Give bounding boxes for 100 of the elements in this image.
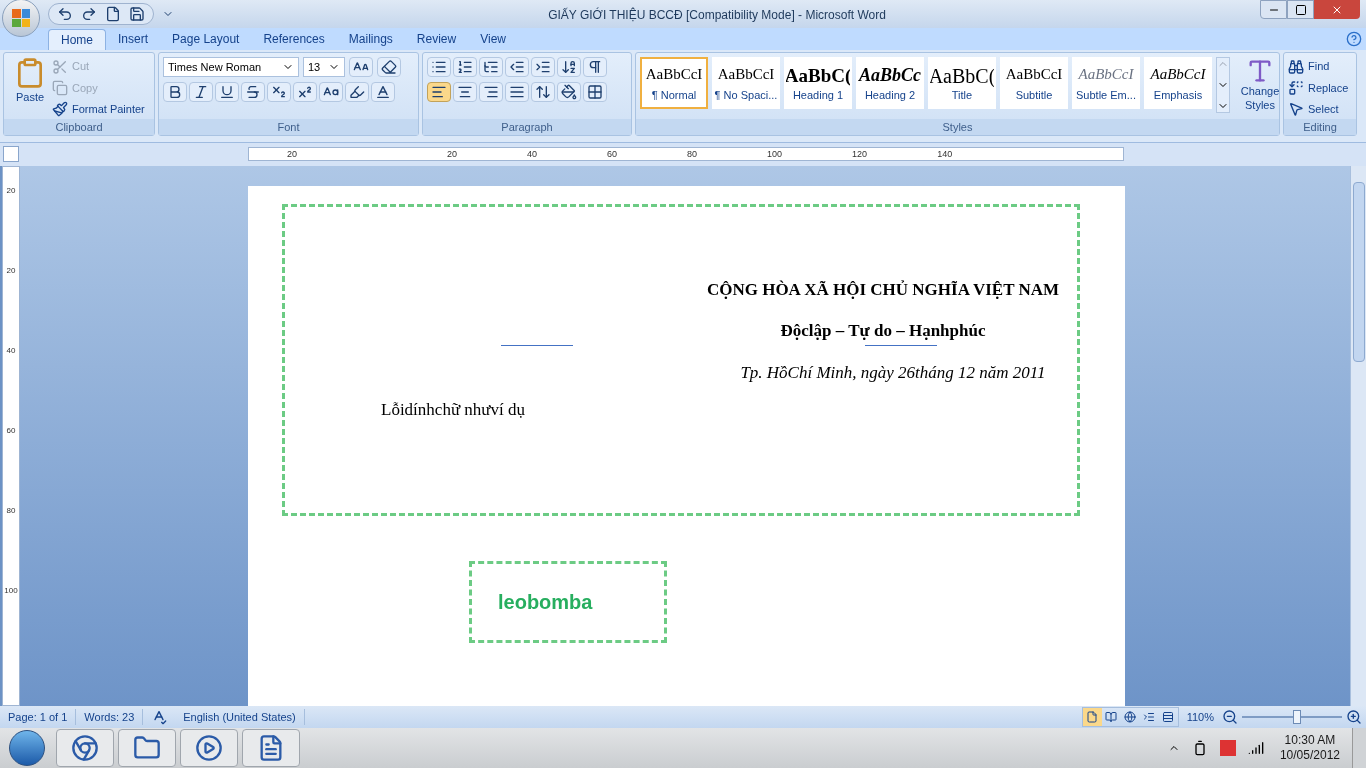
taskbar-app[interactable]: [242, 729, 300, 767]
bullets-button[interactable]: [427, 56, 451, 77]
style-gallery-item[interactable]: AaBbCcI Subtitle: [1000, 56, 1068, 109]
pilcrow-icon: [587, 58, 603, 75]
help-icon[interactable]: [1346, 30, 1362, 47]
paintbrush-icon: [52, 101, 68, 118]
paint-bucket-icon: [561, 83, 577, 100]
ruler-number: 80: [687, 147, 698, 161]
replace-button[interactable]: Replace: [1288, 78, 1349, 98]
ribbon-tab[interactable]: View: [468, 28, 518, 50]
page-icon: [1086, 711, 1099, 723]
ruler-number: 20: [6, 184, 16, 197]
globe-icon: [1124, 711, 1137, 723]
font-size-button[interactable]: [349, 56, 373, 77]
ruler-number: 60: [607, 147, 618, 161]
save-icon[interactable]: [129, 6, 145, 22]
vertical-scrollbar[interactable]: [1350, 165, 1366, 707]
zoom-thumb[interactable]: [1293, 710, 1301, 724]
subscript-button[interactable]: [267, 81, 291, 102]
select-button[interactable]: Select: [1288, 99, 1349, 119]
align-button[interactable]: [505, 81, 529, 102]
gallery-scrollbar[interactable]: [1216, 56, 1230, 113]
group-label: Clipboard: [55, 119, 103, 135]
clock[interactable]: 10:30 AM 10/05/2012: [1279, 733, 1340, 763]
signal-icon[interactable]: [1247, 740, 1264, 756]
style-gallery-item[interactable]: AaBbCc Heading 2: [856, 56, 924, 109]
zoom-level[interactable]: 110%: [1178, 708, 1222, 726]
undo-icon[interactable]: [57, 6, 73, 22]
line-spacing-button[interactable]: [531, 81, 555, 102]
group-label: Styles: [942, 119, 973, 135]
font-color-button[interactable]: [371, 81, 395, 102]
change-styles-button[interactable]: Change Styles: [1234, 56, 1279, 113]
proofing-icon[interactable]: [151, 709, 168, 725]
ruler-number: 20: [287, 147, 297, 161]
new-document-icon[interactable]: [105, 6, 121, 22]
format-painter-button[interactable]: Format Painter: [52, 99, 145, 119]
browser-icon: [71, 734, 99, 762]
ribbon-tab[interactable]: Review: [404, 28, 469, 50]
align-button[interactable]: [453, 81, 477, 102]
sort-icon: [561, 58, 577, 75]
ruler-number: 80: [6, 504, 16, 517]
ribbon-tab[interactable]: Insert: [106, 28, 161, 50]
ruler-number: 120: [852, 147, 868, 161]
superscript-button[interactable]: [293, 81, 317, 102]
ribbon-tab[interactable]: Mailings: [336, 28, 405, 50]
view-button[interactable]: [1082, 708, 1102, 726]
eraser-icon: [381, 58, 397, 75]
restore-button[interactable]: [1287, 0, 1314, 19]
underline-icon: [219, 83, 235, 100]
redo-icon[interactable]: [81, 6, 97, 22]
zoom-out-icon[interactable]: [1222, 709, 1238, 725]
paste-button[interactable]: Paste: [8, 56, 52, 119]
numbering-button[interactable]: [453, 56, 477, 77]
group-label: Font: [277, 119, 300, 135]
bold-button[interactable]: [163, 81, 187, 102]
shading-button[interactable]: [557, 81, 581, 102]
taskbar-app[interactable]: [118, 729, 176, 767]
zoom-in-icon[interactable]: [1346, 709, 1362, 725]
page-count[interactable]: Page: 1 of 1: [0, 708, 77, 726]
strikethrough-button[interactable]: [241, 81, 265, 102]
minimize-button[interactable]: [1260, 0, 1287, 19]
align-button[interactable]: [479, 81, 503, 102]
scissors-icon: [52, 58, 68, 75]
style-gallery-item[interactable]: AaBbCcI ¶ No Spaci...: [712, 56, 780, 109]
word-count[interactable]: Words: 23: [76, 708, 144, 726]
ribbon-tab[interactable]: Home: [48, 28, 106, 50]
taskbar-app[interactable]: [180, 729, 238, 767]
increase-indent-button[interactable]: [531, 56, 555, 77]
binoculars-icon: [1288, 58, 1304, 75]
change-case-button[interactable]: [319, 81, 343, 102]
decrease-indent-button[interactable]: [505, 56, 529, 77]
stamp-text: leobomba: [498, 589, 593, 615]
start-button[interactable]: [9, 730, 45, 766]
borders-button[interactable]: [583, 81, 607, 102]
ribbon-tab[interactable]: References: [251, 28, 337, 50]
highlight-button[interactable]: [345, 81, 369, 102]
italic-button[interactable]: [189, 81, 213, 102]
font-color-icon: [375, 83, 391, 100]
multilevel-list-button[interactable]: [479, 56, 503, 77]
style-gallery-item[interactable]: AaBbCcI ¶ Normal: [640, 56, 708, 109]
show-formatting-button[interactable]: [583, 56, 607, 77]
find-button[interactable]: Find: [1288, 56, 1349, 77]
language-status[interactable]: English (United States): [175, 708, 305, 726]
ruler-number: 40: [6, 344, 16, 357]
zoom-slider[interactable]: [1242, 710, 1342, 724]
clear-formatting-button[interactable]: [377, 56, 401, 77]
underline-button[interactable]: [215, 81, 239, 102]
line-spacing-icon: [535, 83, 551, 100]
ribbon-tab[interactable]: Page Layout: [160, 28, 252, 50]
style-gallery-item[interactable]: AaBbCcI Subtle Em...: [1072, 56, 1140, 109]
ruler-number: 140: [937, 147, 953, 161]
align-button[interactable]: [427, 81, 451, 102]
logo-icon: [12, 9, 30, 27]
font-size-field[interactable]: 13: [303, 56, 345, 77]
sort-button[interactable]: [557, 56, 581, 77]
style-gallery-item[interactable]: AaBbCcI Emphasis: [1144, 56, 1212, 109]
font-name-field[interactable]: Times New Roman: [163, 56, 299, 77]
office-button[interactable]: [2, 0, 40, 37]
taskbar-app[interactable]: [56, 729, 114, 767]
bold-icon: [167, 83, 183, 100]
